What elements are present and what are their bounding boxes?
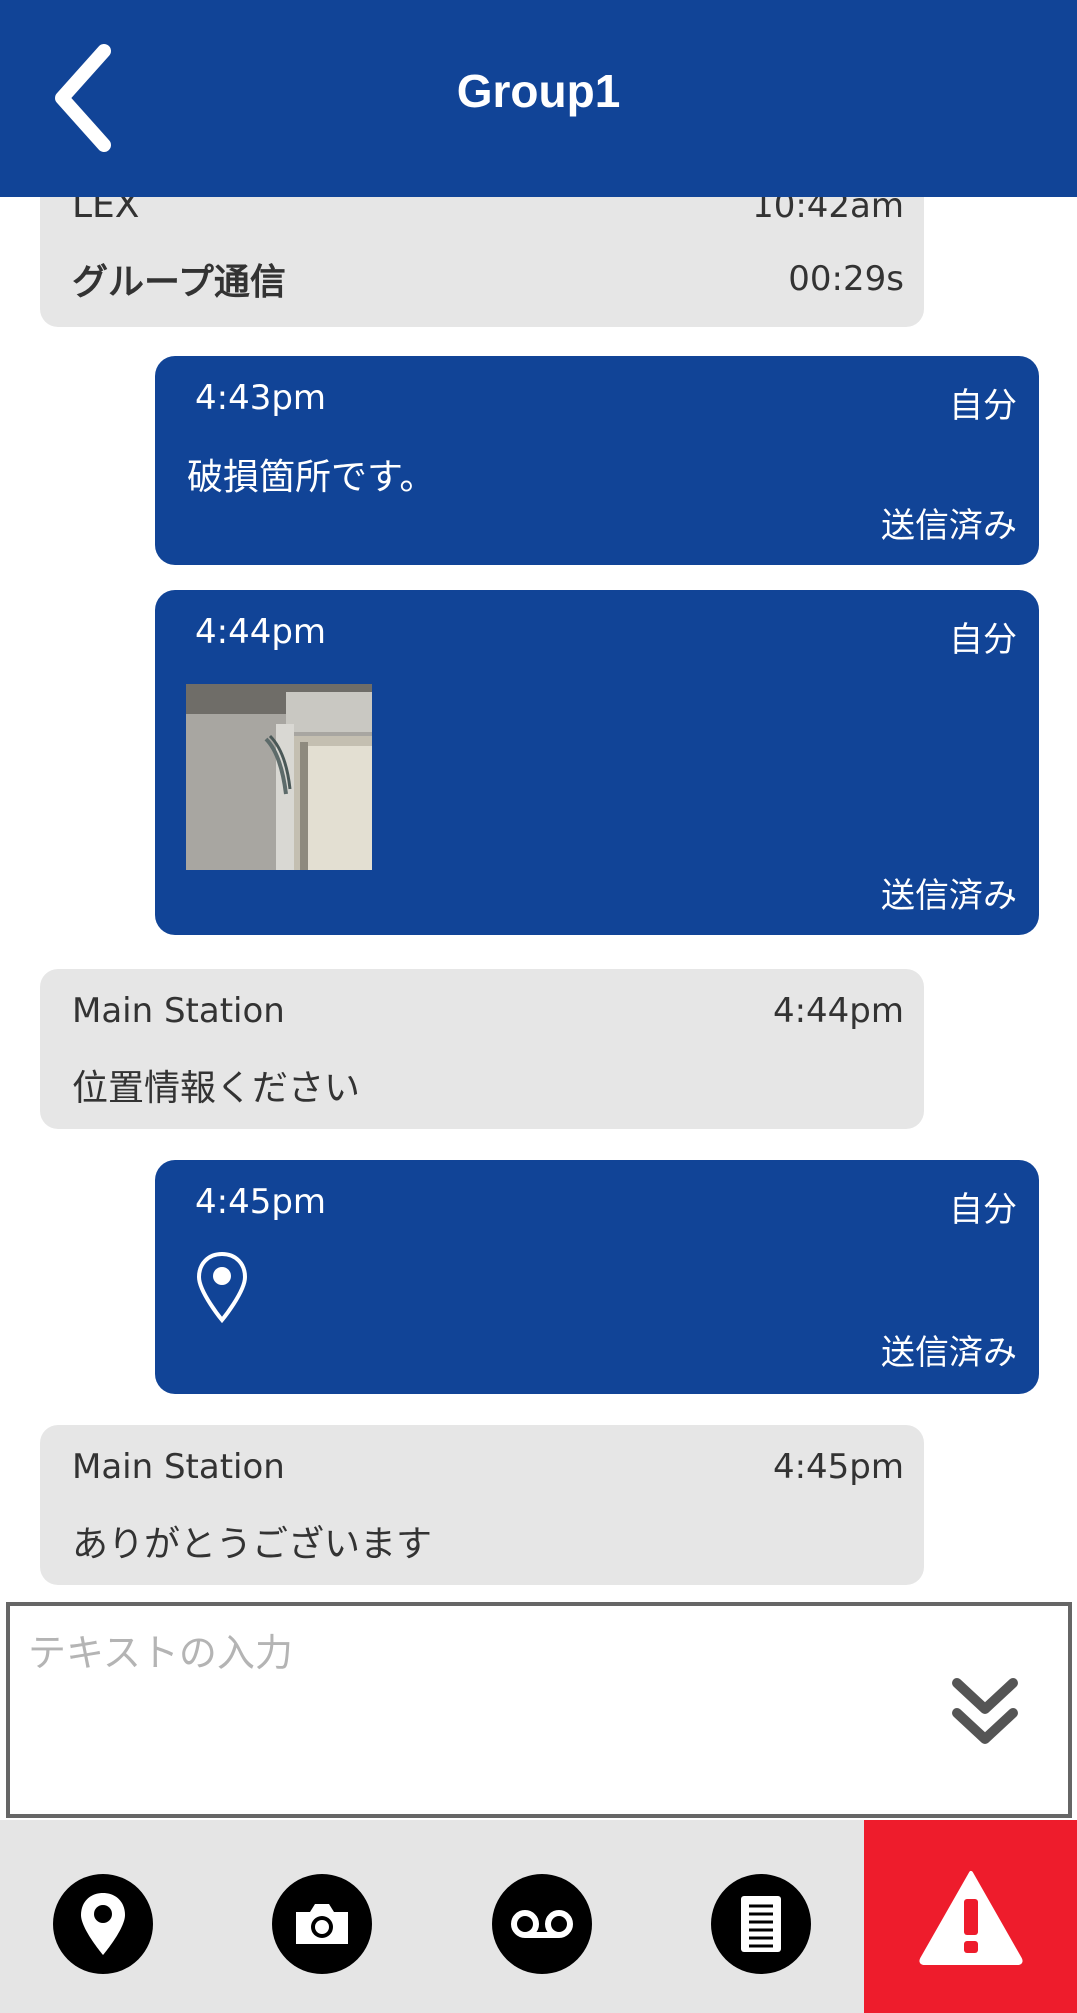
message-status: 送信済み <box>881 506 1017 546</box>
document-button[interactable] <box>711 1874 811 1974</box>
photo-image <box>186 684 372 870</box>
message-outgoing: 4:44pm 自分 送信済み <box>155 590 1039 935</box>
voicemail-button[interactable] <box>492 1874 592 1974</box>
message-input[interactable] <box>26 1620 890 1804</box>
message-time: 4:43pm <box>195 378 327 418</box>
location-pin-icon[interactable] <box>195 1250 249 1324</box>
double-chevron-down-icon <box>952 1678 1018 1744</box>
message-text: ありがとうございます <box>72 1524 433 1565</box>
message-sender: 自分 <box>949 620 1017 660</box>
call-duration: 00:29s <box>788 259 904 299</box>
message-outgoing: 4:45pm 自分 送信済み <box>155 1160 1039 1394</box>
message-time: 4:45pm <box>772 1447 904 1487</box>
message-incoming: Main Station 4:44pm 位置情報ください <box>40 969 924 1129</box>
message-time: 4:44pm <box>772 991 904 1031</box>
document-icon <box>741 1896 781 1952</box>
message-composer <box>6 1602 1072 1818</box>
message-sender: Main Station <box>72 991 285 1031</box>
location-icon <box>81 1893 125 1955</box>
message-time: 4:45pm <box>195 1182 327 1222</box>
message-text: グループ通信 <box>72 262 286 303</box>
message-text: 位置情報ください <box>72 1068 361 1109</box>
message-sender: 自分 <box>949 1190 1017 1230</box>
message-list[interactable]: LEX 10:42am グループ通信 00:29s 4:43pm 自分 破損箇所… <box>0 197 1077 1602</box>
message-time: 10:42am <box>752 197 904 226</box>
message-sender: LEX <box>72 197 140 226</box>
message-status: 送信済み <box>881 876 1017 916</box>
alert-icon <box>918 1870 1023 1965</box>
message-sender: 自分 <box>949 386 1017 426</box>
message-incoming: Main Station 4:45pm ありがとうございます <box>40 1425 924 1585</box>
bottom-toolbar <box>0 1820 864 2013</box>
camera-button[interactable] <box>272 1874 372 1974</box>
message-incoming: LEX 10:42am グループ通信 00:29s <box>40 197 924 327</box>
voicemail-icon <box>511 1910 573 1938</box>
message-sender: Main Station <box>72 1447 285 1487</box>
message-time: 4:44pm <box>195 612 327 652</box>
emergency-alert-button[interactable] <box>864 1820 1077 2013</box>
photo-thumbnail[interactable] <box>186 684 372 870</box>
message-text: 破損箇所です。 <box>187 457 436 498</box>
app-header: Group1 <box>0 0 1077 197</box>
message-outgoing: 4:43pm 自分 破損箇所です。 送信済み <box>155 356 1039 565</box>
collapse-button[interactable] <box>945 1673 1025 1753</box>
location-button[interactable] <box>53 1874 153 1974</box>
camera-icon <box>296 1904 348 1944</box>
page-title: Group1 <box>456 65 621 117</box>
message-status: 送信済み <box>881 1333 1017 1373</box>
